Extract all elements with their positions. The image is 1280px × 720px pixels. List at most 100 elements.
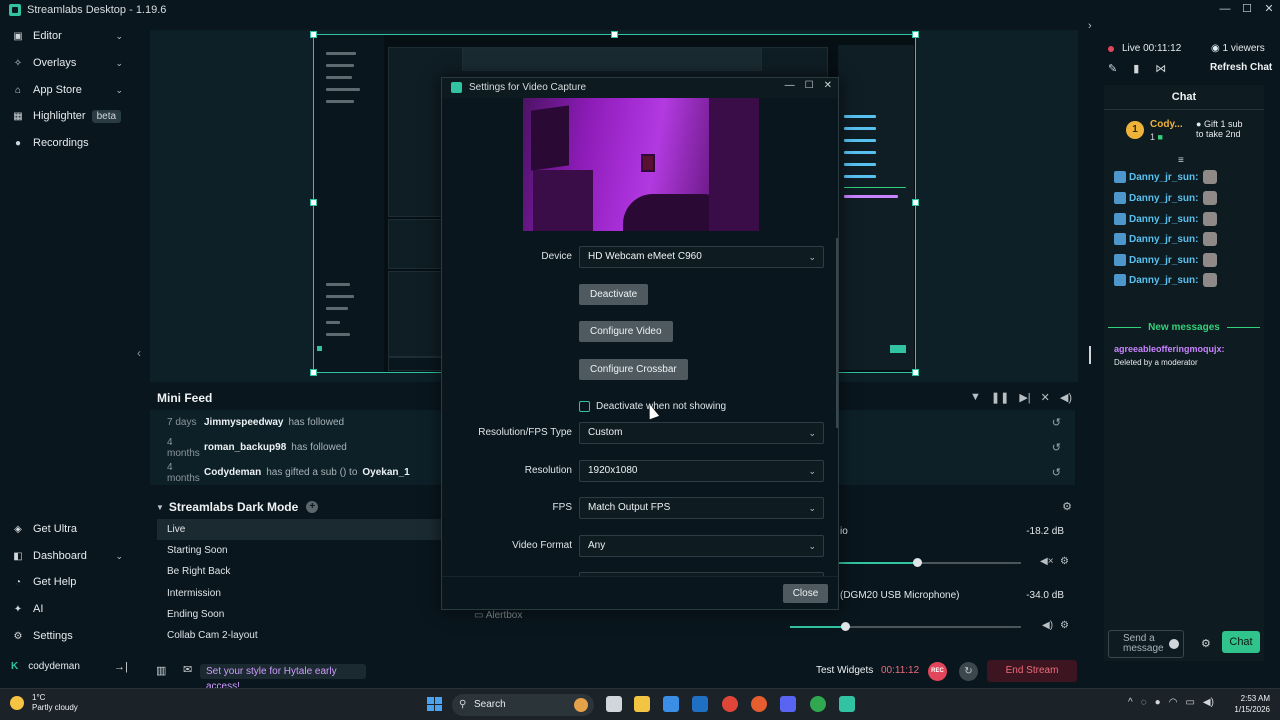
- chrome-icon[interactable]: [722, 696, 738, 712]
- sidebar-item-highlighter[interactable]: ▦ Highlighter beta: [0, 103, 133, 129]
- chat-message-input[interactable]: Send a message: [1108, 630, 1184, 658]
- volume-icon[interactable]: ◀): [1042, 620, 1053, 631]
- chat-username[interactable]: agreeableofferingmoqujx:: [1114, 344, 1225, 354]
- volume-icon[interactable]: ◀): [1060, 391, 1072, 404]
- scene-collection-header[interactable]: ▼ Streamlabs Dark Mode +: [156, 500, 319, 514]
- chat-message[interactable]: Danny_jr_sun:: [1114, 252, 1218, 268]
- streamlabs-taskbar-icon[interactable]: [839, 696, 855, 712]
- chat-message[interactable]: Danny_jr_sun:: [1114, 272, 1218, 288]
- sidebar-item-recordings[interactable]: ● Recordings: [0, 130, 133, 156]
- task-view-icon[interactable]: [606, 696, 622, 712]
- share-icon[interactable]: ⋈: [1155, 62, 1166, 75]
- scene-item[interactable]: Ending Soon: [157, 604, 453, 625]
- browser-icon[interactable]: [751, 696, 767, 712]
- sidebar-item-editor[interactable]: ▣ Editor ⌄: [0, 23, 133, 49]
- promo-banner[interactable]: Set your style for Hytale early access!: [200, 664, 366, 692]
- collapse-left-icon[interactable]: ‹: [137, 346, 141, 360]
- sidebar-item-app-store[interactable]: ⌂ App Store ⌄: [0, 77, 133, 103]
- resize-handle[interactable]: [310, 199, 317, 206]
- battery-icon[interactable]: ▭: [1185, 697, 1194, 708]
- sidebar-item-settings[interactable]: ⚙ Settings: [0, 623, 133, 649]
- stats-icon[interactable]: ▥: [156, 664, 166, 677]
- resize-handle[interactable]: [310, 369, 317, 376]
- close-dialog-button[interactable]: ✕: [824, 80, 832, 91]
- chat-settings-icon[interactable]: ⚙: [1201, 637, 1211, 650]
- edit-icon[interactable]: ✎: [1108, 62, 1117, 75]
- resize-handle[interactable]: [912, 199, 919, 206]
- taskbar-search[interactable]: ⚲ Search: [452, 694, 594, 716]
- wifi-icon[interactable]: ◠: [1169, 697, 1178, 708]
- resolution-select[interactable]: 1920x1080 ⌄: [579, 460, 824, 482]
- xbox-icon[interactable]: [810, 696, 826, 712]
- file-explorer-icon[interactable]: [634, 696, 650, 712]
- scene-item[interactable]: Starting Soon: [157, 540, 453, 561]
- chevron-right-icon[interactable]: ›: [1088, 20, 1092, 32]
- refresh-chat-button[interactable]: Refresh Chat: [1210, 62, 1272, 73]
- scene-item[interactable]: Be Right Back: [157, 561, 453, 582]
- repeat-alert-icon[interactable]: ↺: [1052, 466, 1061, 479]
- weather-widget[interactable]: 1°C Partly cloudy: [10, 693, 78, 713]
- collapse-pinned-icon[interactable]: ≡: [1178, 155, 1184, 166]
- panel-resize-handle[interactable]: [1089, 346, 1091, 364]
- minimize-button[interactable]: —: [785, 80, 795, 91]
- scene-item[interactable]: Collab Cam 2-layout: [157, 625, 453, 646]
- replay-buffer-icon[interactable]: ↻: [959, 662, 978, 681]
- user-account[interactable]: Kcodydeman: [11, 661, 80, 672]
- maximize-button[interactable]: ☐: [805, 80, 814, 91]
- emoji-icon[interactable]: [1169, 639, 1179, 649]
- resize-handle[interactable]: [611, 31, 618, 38]
- deactivate-button[interactable]: Deactivate: [579, 284, 649, 305]
- fps-select[interactable]: Match Output FPS ⌄: [579, 497, 824, 519]
- maximize-button[interactable]: ☐: [1236, 0, 1258, 19]
- filter-icon[interactable]: ▼: [970, 391, 981, 404]
- scene-item-live[interactable]: Live: [157, 519, 453, 540]
- end-stream-button[interactable]: End Stream: [987, 660, 1077, 682]
- chat-send-button[interactable]: Chat: [1222, 631, 1260, 653]
- repeat-alert-icon[interactable]: ↺: [1052, 441, 1061, 454]
- video-format-select[interactable]: Any ⌄: [579, 535, 824, 557]
- mixer-settings-icon[interactable]: ⚙: [1062, 500, 1072, 513]
- add-scene-icon[interactable]: +: [306, 501, 319, 513]
- close-window-button[interactable]: ✕: [1258, 0, 1280, 19]
- sidebar-item-overlays[interactable]: ✧ Overlays ⌄: [0, 50, 133, 76]
- chat-message[interactable]: Danny_jr_sun:: [1114, 231, 1218, 247]
- mute-icon[interactable]: ◀×: [1040, 556, 1054, 567]
- logout-icon[interactable]: →|: [114, 661, 128, 673]
- resize-handle[interactable]: [912, 31, 919, 38]
- test-widgets-button[interactable]: Test Widgets: [816, 665, 873, 676]
- resize-handle[interactable]: [912, 369, 919, 376]
- sidebar-item-ai[interactable]: ✦ AI: [0, 596, 133, 622]
- network-icon[interactable]: ◌: [1141, 697, 1147, 708]
- volume-slider-knob[interactable]: [841, 622, 850, 631]
- resize-handle[interactable]: [310, 31, 317, 38]
- microphone-icon[interactable]: ●: [1155, 697, 1161, 708]
- pause-icon[interactable]: ❚❚: [991, 391, 1009, 404]
- device-select[interactable]: HD Webcam eMeet C960 ⌄: [579, 246, 824, 268]
- taskbar-clock[interactable]: 2:53 AM 1/15/2026: [1234, 693, 1270, 715]
- camera-icon[interactable]: ▮: [1133, 62, 1139, 75]
- chat-message[interactable]: Danny_jr_sun:: [1114, 190, 1218, 206]
- configure-video-button[interactable]: Configure Video: [579, 321, 673, 342]
- sidebar-item-dashboard[interactable]: ◧ Dashboard ⌄: [0, 543, 133, 569]
- repeat-alert-icon[interactable]: ↺: [1052, 416, 1061, 429]
- volume-slider-knob[interactable]: [913, 558, 922, 567]
- sidebar-item-get-ultra[interactable]: ◈ Get Ultra: [0, 516, 133, 542]
- chat-message[interactable]: Danny_jr_sun:: [1114, 211, 1218, 227]
- record-button[interactable]: REC: [928, 662, 947, 681]
- mute-alerts-icon[interactable]: ✕: [1041, 391, 1050, 404]
- skip-icon[interactable]: ▶|: [1019, 391, 1030, 404]
- minimize-button[interactable]: —: [1214, 0, 1236, 19]
- chat-message[interactable]: Danny_jr_sun:: [1114, 169, 1218, 185]
- channel-settings-icon[interactable]: ⚙: [1060, 556, 1069, 567]
- speaker-icon[interactable]: ◀): [1203, 697, 1214, 708]
- megaphone-icon[interactable]: ✉: [183, 663, 192, 676]
- resolution-fps-type-select[interactable]: Custom ⌄: [579, 422, 824, 444]
- source-item-alertbox[interactable]: ▭ Alertbox: [474, 610, 522, 621]
- configure-crossbar-button[interactable]: Configure Crossbar: [579, 359, 688, 380]
- start-button-icon[interactable]: [427, 697, 442, 711]
- outlook-icon[interactable]: [692, 696, 708, 712]
- channel-settings-icon[interactable]: ⚙: [1060, 620, 1069, 631]
- close-button[interactable]: Close: [783, 584, 828, 603]
- discord-icon[interactable]: [780, 696, 796, 712]
- scene-item[interactable]: Intermission: [157, 583, 453, 604]
